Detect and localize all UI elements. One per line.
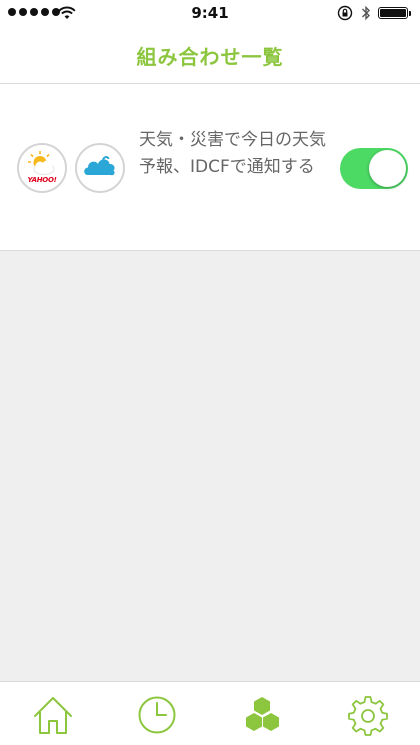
idcf-cloud-icon — [75, 143, 125, 193]
navigation-bar: 組み合わせ一覧 — [0, 26, 420, 84]
recipe-enabled-toggle[interactable] — [340, 148, 408, 189]
bluetooth-icon — [361, 4, 371, 26]
battery-icon — [378, 7, 411, 19]
tab-settings[interactable] — [346, 693, 390, 737]
recipe-list-item[interactable]: YAHOO! 天気・災害で今日の天気予報、IDCFで通知する — [0, 84, 420, 251]
yahoo-logo-text: YAHOO! — [27, 176, 57, 184]
tab-recipes[interactable] — [240, 693, 284, 737]
toggle-knob — [369, 150, 406, 187]
page-title: 組み合わせ一覧 — [136, 45, 284, 69]
status-bar: 9:41 — [0, 0, 420, 26]
clock-icon — [138, 696, 176, 734]
recipe-description: 天気・災害で今日の天気予報、IDCFで通知する — [139, 130, 326, 177]
home-icon — [34, 697, 72, 734]
tab-history[interactable] — [135, 693, 179, 737]
orientation-lock-icon — [337, 5, 353, 25]
status-time: 9:41 — [191, 4, 229, 22]
app-screen: 9:41 組み合わせ一覧 YAHOO! 天気・災害で今日の天気予報、IDCFで通… — [0, 0, 420, 745]
cubes-icon — [246, 697, 279, 731]
yahoo-weather-icon: YAHOO! — [17, 143, 67, 193]
gear-icon — [348, 696, 388, 736]
tab-bar — [0, 681, 420, 745]
tab-home[interactable] — [31, 693, 75, 737]
